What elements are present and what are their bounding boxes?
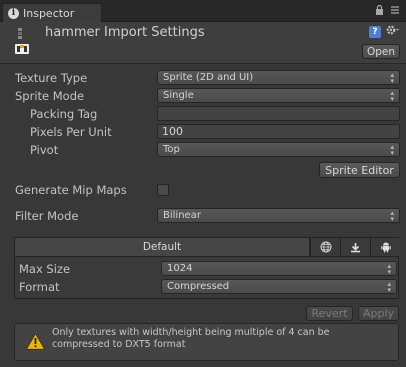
android-icon[interactable] bbox=[370, 238, 400, 256]
gear-icon[interactable] bbox=[385, 24, 399, 40]
max-size-dropdown[interactable]: 1024 ▴ ▾ bbox=[161, 261, 397, 276]
pivot-label: Pivot bbox=[30, 143, 59, 157]
pixels-per-unit-label: Pixels Per Unit bbox=[30, 125, 112, 139]
lock-icon[interactable] bbox=[375, 4, 384, 18]
format-dropdown[interactable]: Compressed ▴ ▾ bbox=[161, 279, 397, 294]
tab-inspector[interactable]: i Inspector bbox=[2, 3, 102, 22]
info-icon: i bbox=[8, 7, 19, 19]
dropdown-arrows-icon: ▴ ▾ bbox=[387, 262, 391, 276]
texture-type-dropdown[interactable]: Sprite (2D and UI) ▴ ▾ bbox=[157, 70, 400, 85]
packing-tag-label: Packing Tag bbox=[30, 107, 98, 121]
generate-mip-maps-label: Generate Mip Maps bbox=[15, 183, 127, 197]
warning-helpbox: Only textures with width/height being mu… bbox=[14, 323, 399, 361]
sprite-mode-value: Single bbox=[163, 90, 194, 101]
pixels-per-unit-field[interactable]: 100 bbox=[157, 124, 400, 139]
texture-type-label: Texture Type bbox=[15, 71, 88, 85]
max-size-value: 1024 bbox=[167, 263, 193, 274]
asset-title: hammer Import Settings bbox=[45, 25, 205, 40]
revert-button[interactable]: Revert bbox=[306, 306, 353, 321]
texture-file-icon bbox=[13, 27, 31, 55]
generate-mip-maps-checkbox[interactable] bbox=[157, 184, 169, 196]
pivot-value: Top bbox=[163, 144, 180, 155]
tab-bar: i Inspector bbox=[0, 0, 406, 22]
dropdown-arrows-icon: ▴ ▾ bbox=[390, 143, 394, 157]
sprite-editor-button[interactable]: Sprite Editor bbox=[319, 162, 400, 178]
filter-mode-dropdown[interactable]: Bilinear ▴ ▾ bbox=[157, 208, 400, 223]
warning-icon bbox=[26, 333, 45, 353]
menu-icon[interactable] bbox=[390, 5, 400, 18]
filter-mode-label: Filter Mode bbox=[15, 209, 79, 223]
pivot-dropdown[interactable]: Top ▴ ▾ bbox=[157, 142, 400, 157]
format-value: Compressed bbox=[167, 281, 230, 292]
dropdown-arrows-icon: ▴ ▾ bbox=[387, 280, 391, 294]
max-size-label: Max Size bbox=[19, 262, 71, 276]
texture-type-value: Sprite (2D and UI) bbox=[163, 72, 254, 83]
format-label: Format bbox=[19, 280, 60, 294]
dropdown-arrows-icon: ▴ ▾ bbox=[390, 209, 394, 223]
dropdown-arrows-icon: ▴ ▾ bbox=[390, 89, 394, 103]
globe-icon[interactable] bbox=[310, 238, 340, 256]
tab-tools bbox=[375, 4, 400, 18]
packing-tag-field[interactable] bbox=[157, 106, 400, 121]
filter-mode-value: Bilinear bbox=[163, 210, 201, 221]
download-icon[interactable] bbox=[340, 238, 370, 256]
sprite-mode-label: Sprite Mode bbox=[15, 89, 85, 103]
platform-tab-bar: Default bbox=[14, 237, 400, 257]
open-button[interactable]: Open bbox=[362, 44, 400, 59]
dropdown-arrows-icon: ▴ ▾ bbox=[390, 71, 394, 85]
help-book-icon[interactable]: ? bbox=[369, 26, 381, 38]
tab-inspector-label: Inspector bbox=[23, 6, 75, 20]
apply-button[interactable]: Apply bbox=[358, 306, 399, 321]
sprite-mode-dropdown[interactable]: Single ▴ ▾ bbox=[157, 88, 400, 103]
warning-message: Only textures with width/height being mu… bbox=[52, 327, 330, 350]
tab-default-platform[interactable]: Default bbox=[15, 238, 310, 256]
